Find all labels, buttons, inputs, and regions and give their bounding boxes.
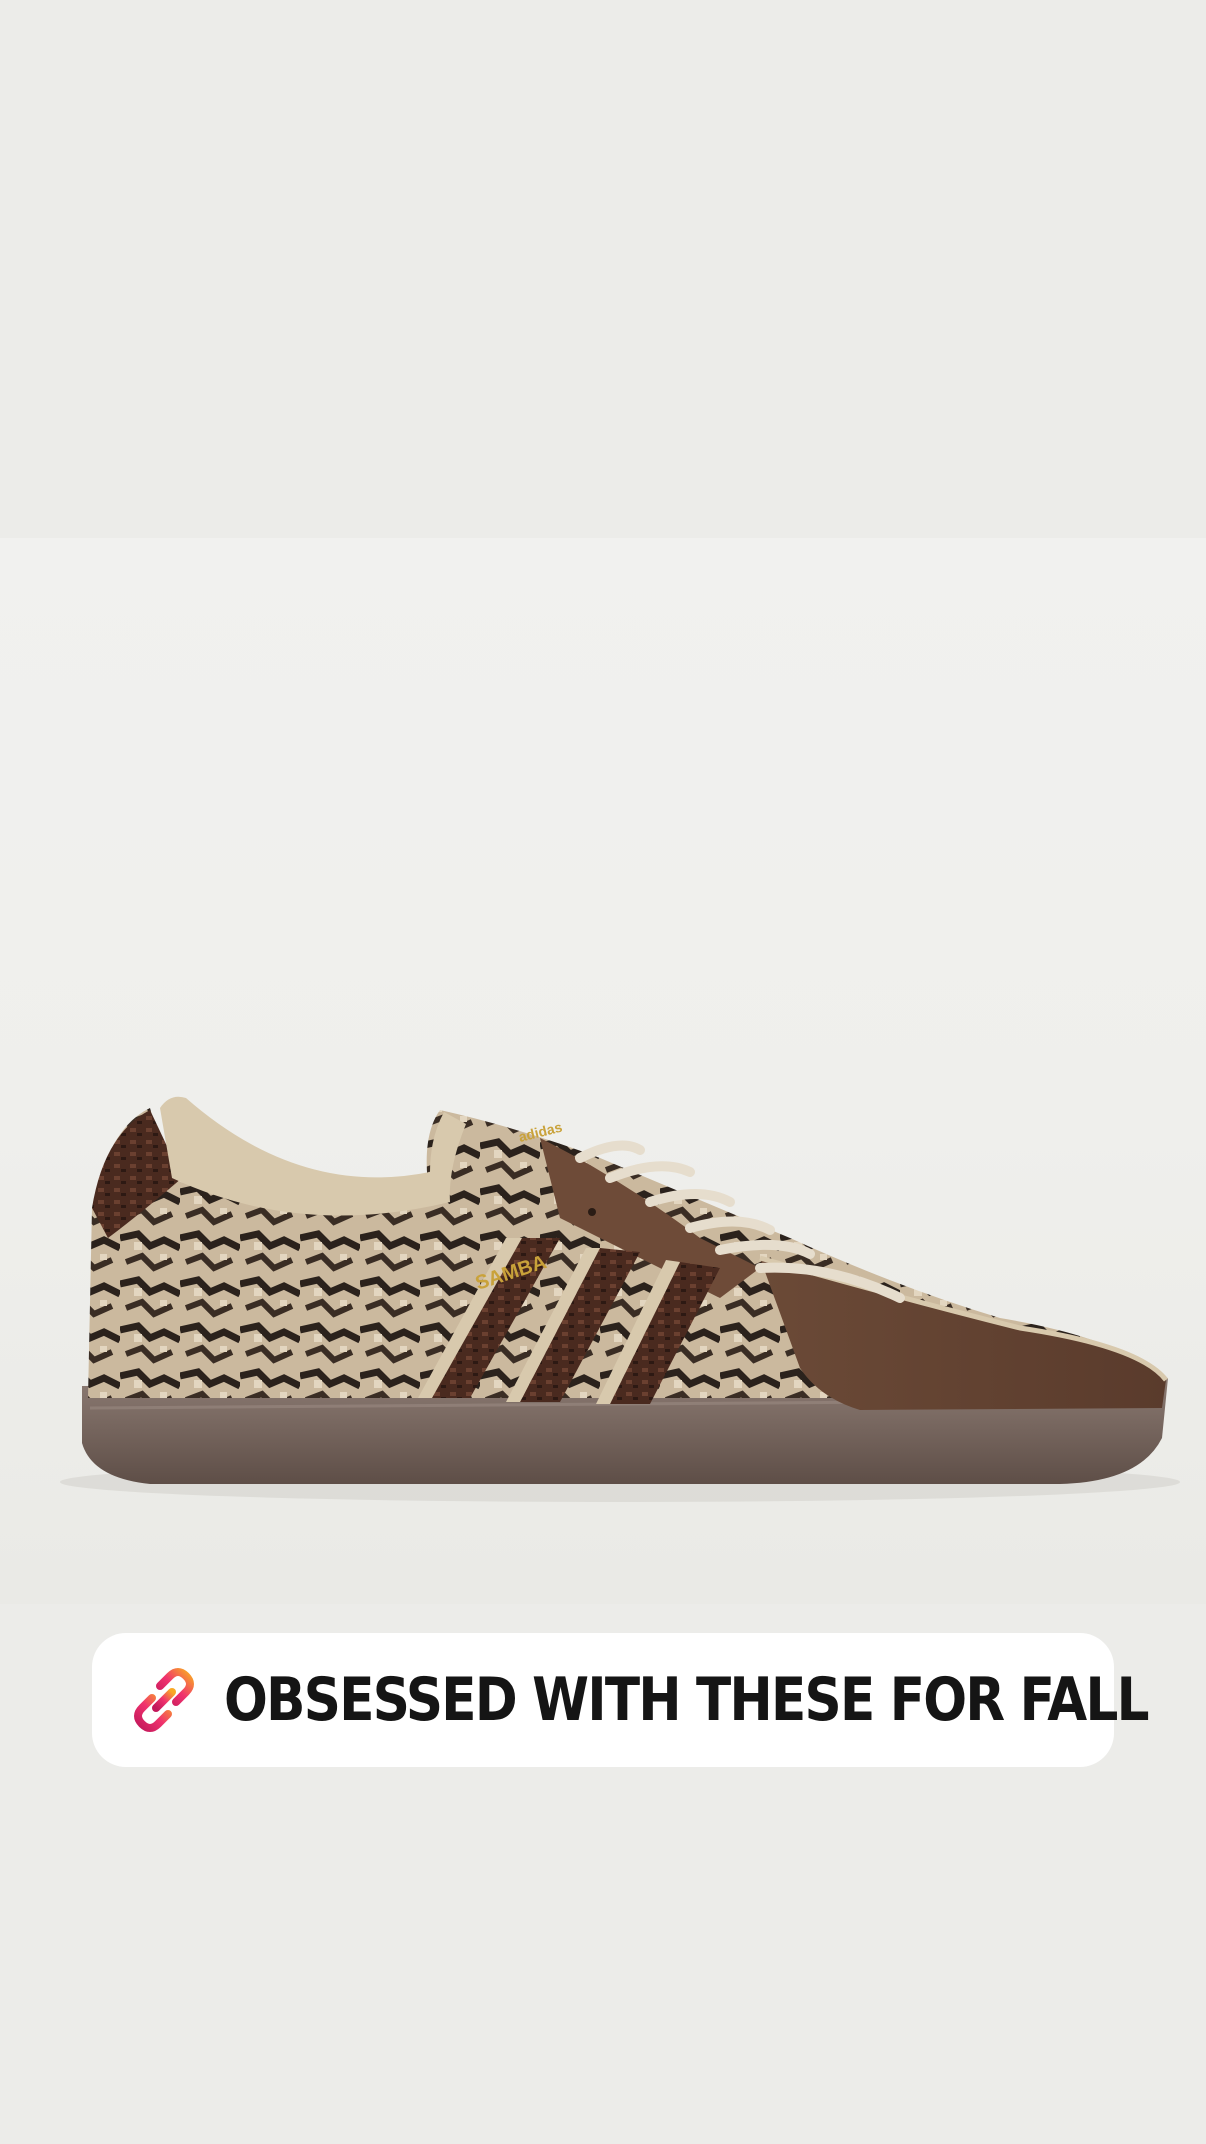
link-sticker-label: OBSESSED WITH THESE FOR FALL <box>224 1665 1150 1735</box>
sneaker-image: SAMBA adidas <box>60 1096 1180 1502</box>
story-canvas: SAMBA adidas OBSESSED WITH THESE FOR FAL… <box>0 0 1206 2144</box>
product-photo: SAMBA adidas <box>0 538 1206 1604</box>
link-icon <box>128 1664 200 1736</box>
link-sticker[interactable]: OBSESSED WITH THESE FOR FALL <box>92 1633 1150 1767</box>
